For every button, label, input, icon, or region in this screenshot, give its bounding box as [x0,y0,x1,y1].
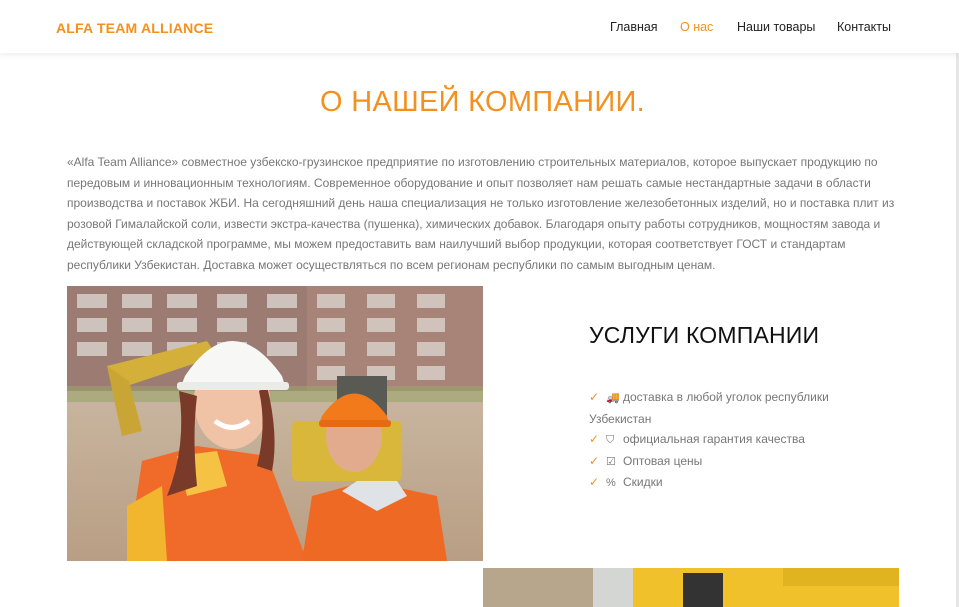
check-icon: ✓ [589,432,600,446]
nav-item-home[interactable]: Главная [610,20,658,34]
site-header: ALFA TEAM ALLIANCE Главная О нас Наши то… [0,0,959,53]
percent-icon: % [606,477,616,489]
workers-photo [67,286,483,561]
check-icon: ✓ [589,475,600,489]
services-heading: УСЛУГИ КОМПАНИИ [589,322,820,348]
nav-item-products[interactable]: Наши товары [737,20,815,34]
services-list: ✓ 🚚 доставка в любой уголок республики Узб… [589,387,889,494]
shield-icon: ⛉ [606,434,615,446]
service-label: Скидки [623,475,663,489]
service-label: официальная гарантия качества [623,432,805,446]
service-item: ✓ ☑ Оптовая цены [589,451,889,473]
checkbox-icon: ☑ [606,455,616,468]
service-item: ✓ 🚚 доставка в любой уголок республики Узб… [589,387,889,429]
service-item: ✓ ⛉ официальная гарантия качества [589,429,889,451]
truck-icon: 🚚 [606,392,620,404]
service-label: доставка в любой уголок республики Узбек… [589,390,829,426]
service-label: Оптовая цены [623,453,703,468]
site-logo[interactable]: ALFA TEAM ALLIANCE [56,20,213,36]
check-icon: ✓ [589,453,600,468]
nav-item-contacts[interactable]: Контакты [837,20,891,34]
nav-item-about[interactable]: О нас [680,20,713,34]
excavator-photo [483,568,899,607]
check-icon: ✓ [589,390,600,404]
page-title: О НАШЕЙ КОМПАНИИ. [320,86,645,118]
company-intro-text: «Alfa Team Alliance» совместное узбекско… [67,155,895,272]
service-item: ✓% Скидки [589,472,889,494]
